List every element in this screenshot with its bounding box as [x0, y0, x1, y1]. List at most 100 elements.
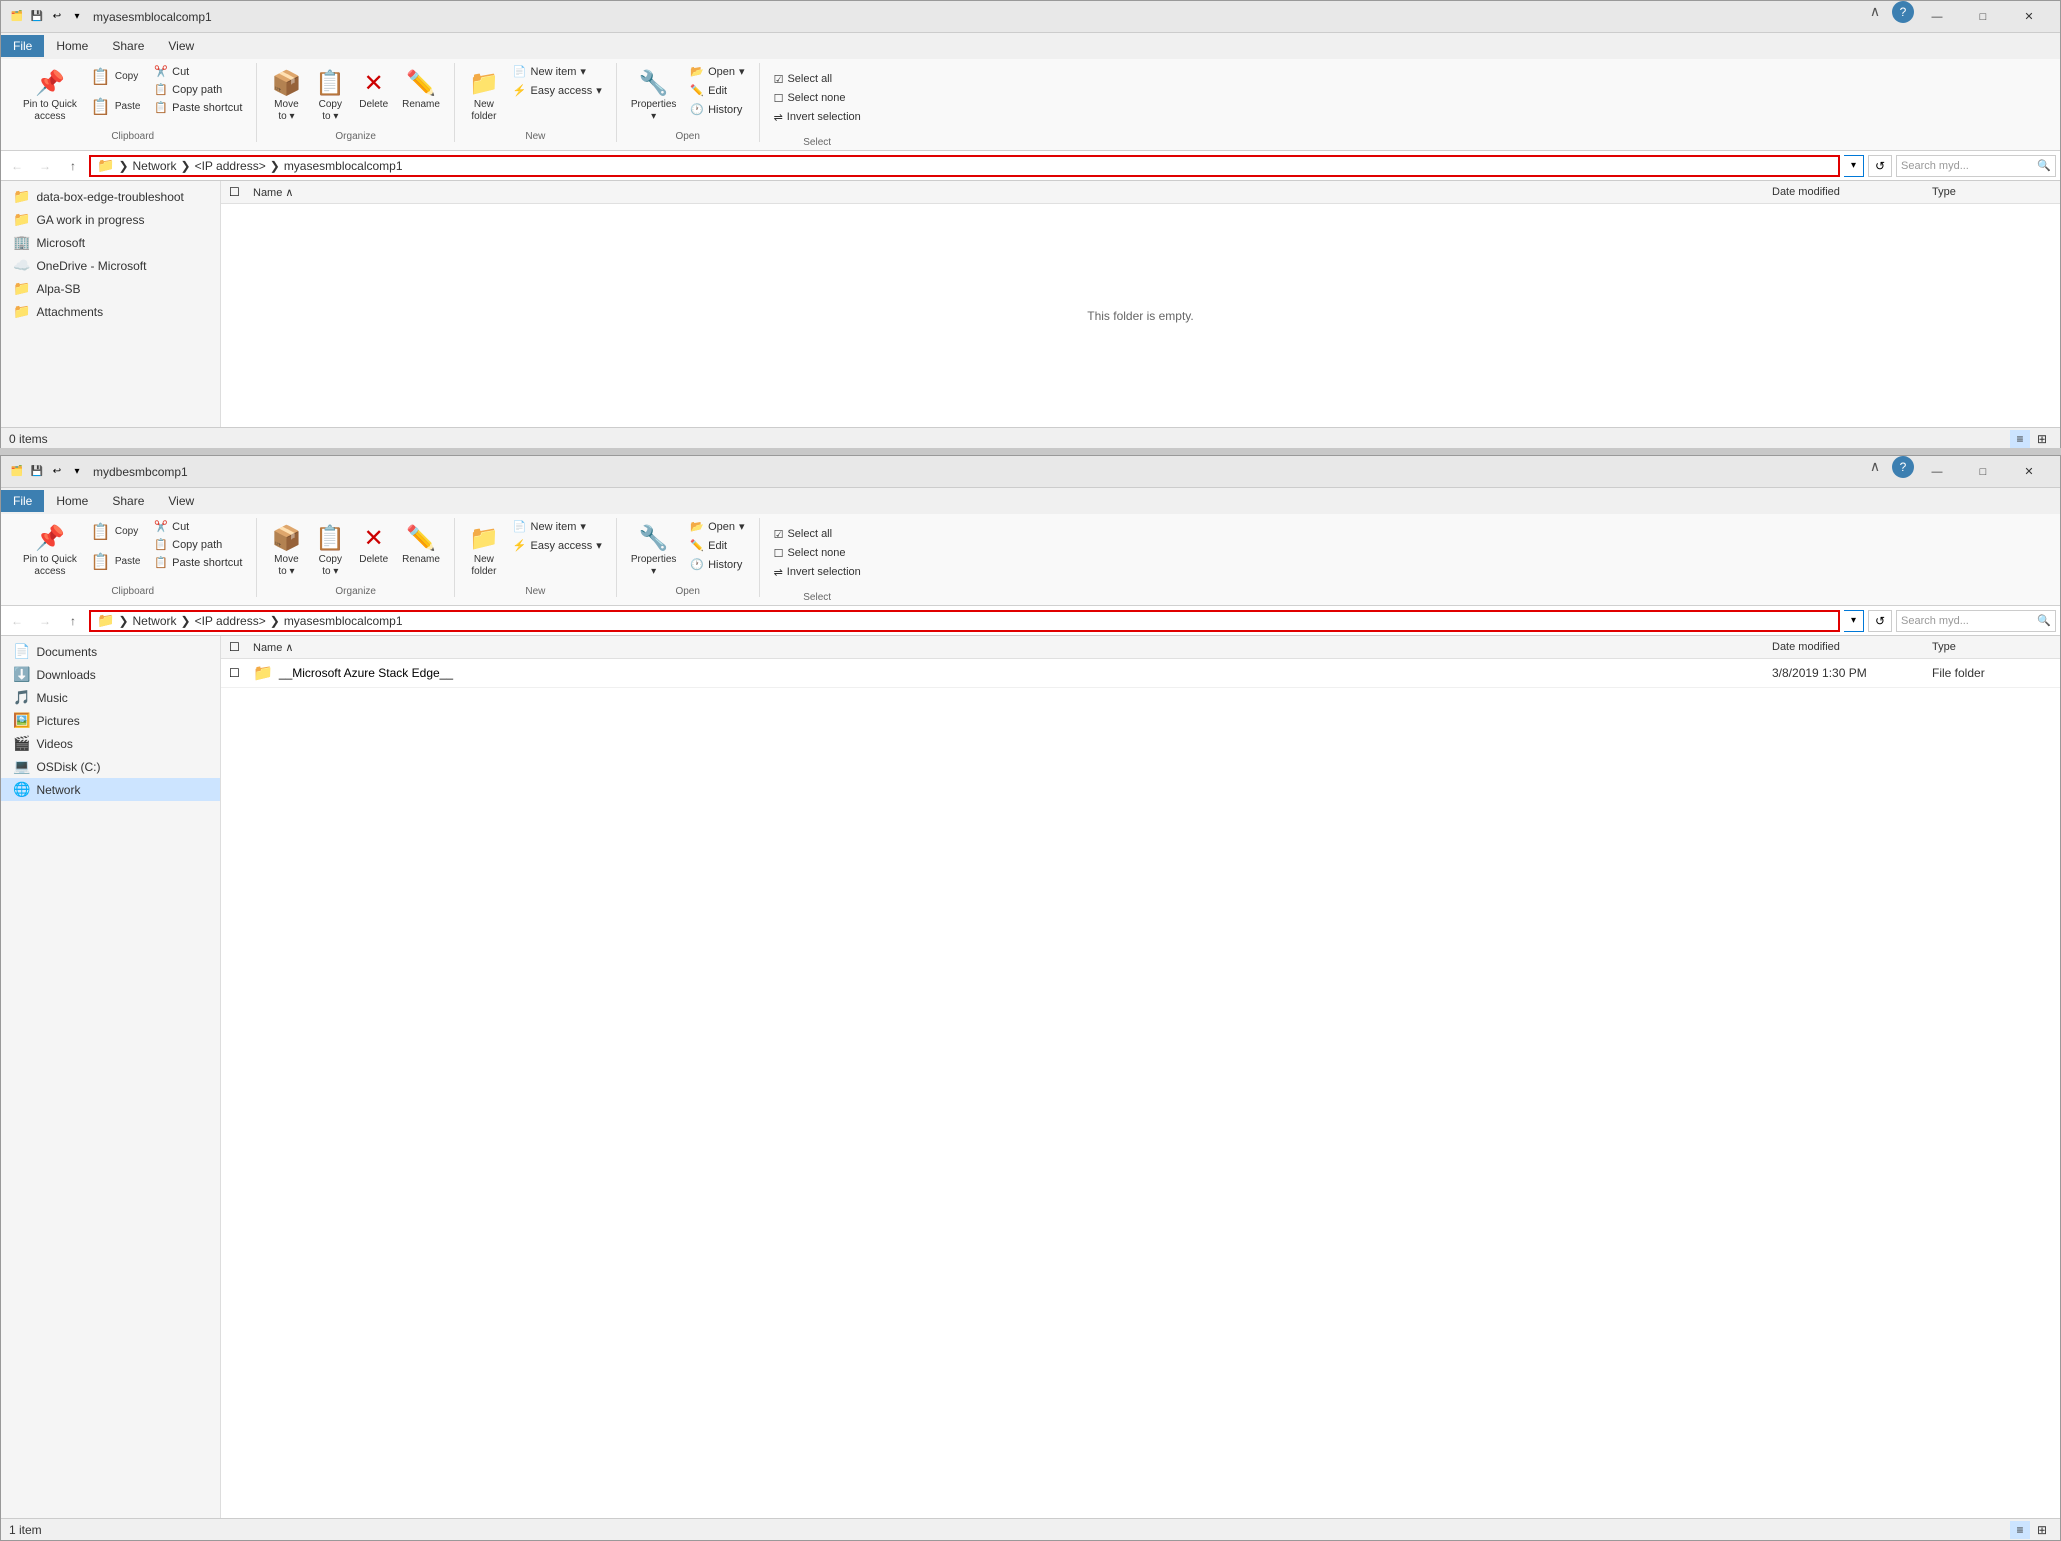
menu-file-1[interactable]: File — [1, 35, 44, 57]
sidebar-item-1-2[interactable]: 🏢 Microsoft — [1, 231, 220, 254]
paste-shortcut-btn-2[interactable]: 📋 Paste shortcut — [148, 554, 248, 571]
file-row-2-0[interactable]: ☐ 📁 __Microsoft Azure Stack Edge__ 3/8/2… — [221, 659, 2060, 688]
sidebar-item-2-5[interactable]: 💻 OSDisk (C:) — [1, 755, 220, 778]
select-none-btn-1[interactable]: ☐ Select none — [768, 90, 867, 107]
menu-file-2[interactable]: File — [1, 490, 44, 512]
rename-btn-2[interactable]: ✏️ Rename — [396, 518, 446, 570]
open-btn-2[interactable]: 📂 Open ▾ — [684, 518, 750, 535]
up-btn-1[interactable]: ↑ — [61, 154, 85, 178]
sidebar-item-1-1[interactable]: 📁 GA work in progress — [1, 208, 220, 231]
maximize-btn-2[interactable]: □ — [1960, 456, 2006, 488]
new-item-btn-2[interactable]: 📄 New item ▾ — [507, 518, 608, 535]
refresh-btn-1[interactable]: ↺ — [1868, 155, 1892, 177]
close-btn-2[interactable]: ✕ — [2006, 456, 2052, 488]
tb-dropdown-1[interactable]: ▾ — [69, 9, 85, 25]
easy-access-btn-2[interactable]: ⚡ Easy access ▾ — [507, 537, 608, 554]
delete-btn-2[interactable]: ✕ Delete — [353, 518, 394, 570]
menu-share-1[interactable]: Share — [100, 35, 156, 57]
sidebar-item-2-6[interactable]: 🌐 Network — [1, 778, 220, 801]
help-btn-1[interactable]: ? — [1892, 1, 1914, 23]
back-btn-2[interactable]: ← — [5, 609, 29, 633]
history-btn-2[interactable]: 🕐 History — [684, 556, 750, 573]
sidebar-item-1-3[interactable]: ☁️ OneDrive - Microsoft — [1, 254, 220, 277]
paste-btn-1[interactable]: 📋 Paste — [85, 93, 147, 121]
col-name-1[interactable]: Name ∧ — [253, 186, 1772, 199]
properties-btn-2[interactable]: 🔧 Properties▾ — [625, 518, 683, 582]
back-btn-1[interactable]: ← — [5, 154, 29, 178]
view-tiles-1[interactable]: ⊞ — [2032, 430, 2052, 448]
window-splitter[interactable] — [0, 448, 2061, 453]
col-date-2[interactable]: Date modified — [1772, 641, 1932, 653]
file-check-2-0[interactable]: ☐ — [229, 666, 253, 680]
menu-view-2[interactable]: View — [156, 490, 206, 512]
invert-selection-btn-1[interactable]: ⇌ Invert selection — [768, 109, 867, 126]
close-btn-1[interactable]: ✕ — [2006, 1, 2052, 33]
edit-btn-2[interactable]: ✏️ Edit — [684, 537, 750, 554]
address-path-2[interactable]: 📁 ❯ Network ❯ <IP address> ❯ myasesmbloc… — [89, 610, 1840, 632]
view-details-1[interactable]: ≡ — [2010, 430, 2030, 448]
copy-btn-2[interactable]: 📋 Copy — [85, 518, 147, 546]
copy-btn-1[interactable]: 📋 Copy — [85, 63, 147, 91]
new-folder-btn-2[interactable]: 📁 Newfolder — [463, 518, 505, 582]
help-btn-2[interactable]: ? — [1892, 456, 1914, 478]
copy-to-btn-2[interactable]: 📋 Copyto ▾ — [309, 518, 351, 582]
col-name-2[interactable]: Name ∧ — [253, 641, 1772, 654]
view-details-2[interactable]: ≡ — [2010, 1521, 2030, 1539]
view-tiles-2[interactable]: ⊞ — [2032, 1521, 2052, 1539]
history-btn-1[interactable]: 🕐 History — [684, 101, 750, 118]
ribbon-collapse-2[interactable]: ∧ — [1864, 456, 1886, 478]
col-date-1[interactable]: Date modified — [1772, 186, 1932, 198]
sidebar-item-1-0[interactable]: 📁 data-box-edge-troubleshoot — [1, 185, 220, 208]
undo-icon-2[interactable]: ↩ — [49, 464, 65, 480]
sidebar-item-2-4[interactable]: 🎬 Videos — [1, 732, 220, 755]
edit-btn-1[interactable]: ✏️ Edit — [684, 82, 750, 99]
new-folder-btn-1[interactable]: 📁 Newfolder — [463, 63, 505, 127]
sidebar-item-2-3[interactable]: 🖼️ Pictures — [1, 709, 220, 732]
select-all-btn-2[interactable]: ☑ Select all — [768, 526, 867, 543]
copy-path-btn-1[interactable]: 📋 Copy path — [148, 81, 248, 98]
header-check-2[interactable]: ☐ — [229, 640, 253, 654]
header-check-1[interactable]: ☐ — [229, 185, 253, 199]
sidebar-item-2-2[interactable]: 🎵 Music — [1, 686, 220, 709]
minimize-btn-1[interactable]: — — [1914, 1, 1960, 33]
pin-btn-1[interactable]: 📌 Pin to Quickaccess — [17, 63, 83, 127]
sidebar-item-1-4[interactable]: 📁 Alpa-SB — [1, 277, 220, 300]
search-box-1[interactable]: Search myd... 🔍 — [1896, 155, 2056, 177]
new-item-btn-1[interactable]: 📄 New item ▾ — [507, 63, 608, 80]
undo-icon-1[interactable]: ↩ — [49, 9, 65, 25]
menu-share-2[interactable]: Share — [100, 490, 156, 512]
maximize-btn-1[interactable]: □ — [1960, 1, 2006, 33]
move-to-btn-2[interactable]: 📦 Moveto ▾ — [265, 518, 307, 582]
cut-btn-2[interactable]: ✂️ Cut — [148, 518, 248, 535]
open-btn-1[interactable]: 📂 Open ▾ — [684, 63, 750, 80]
sidebar-item-2-0[interactable]: 📄 Documents — [1, 640, 220, 663]
ribbon-collapse-1[interactable]: ∧ — [1864, 1, 1886, 23]
copy-path-btn-2[interactable]: 📋 Copy path — [148, 536, 248, 553]
minimize-btn-2[interactable]: — — [1914, 456, 1960, 488]
up-btn-2[interactable]: ↑ — [61, 609, 85, 633]
addr-chevron-2[interactable]: ▾ — [1844, 610, 1864, 632]
sidebar-item-1-5[interactable]: 📁 Attachments — [1, 300, 220, 323]
search-box-2[interactable]: Search myd... 🔍 — [1896, 610, 2056, 632]
forward-btn-1[interactable]: → — [33, 154, 57, 178]
menu-home-1[interactable]: Home — [44, 35, 100, 57]
menu-view-1[interactable]: View — [156, 35, 206, 57]
properties-btn-1[interactable]: 🔧 Properties▾ — [625, 63, 683, 127]
tb-dropdown-2[interactable]: ▾ — [69, 464, 85, 480]
pin-btn-2[interactable]: 📌 Pin to Quickaccess — [17, 518, 83, 582]
move-to-btn-1[interactable]: 📦 Moveto ▾ — [265, 63, 307, 127]
refresh-btn-2[interactable]: ↺ — [1868, 610, 1892, 632]
easy-access-btn-1[interactable]: ⚡ Easy access ▾ — [507, 82, 608, 99]
delete-btn-1[interactable]: ✕ Delete — [353, 63, 394, 115]
invert-selection-btn-2[interactable]: ⇌ Invert selection — [768, 564, 867, 581]
sidebar-item-2-1[interactable]: ⬇️ Downloads — [1, 663, 220, 686]
select-all-btn-1[interactable]: ☑ Select all — [768, 71, 867, 88]
save-icon-2[interactable]: 💾 — [29, 464, 45, 480]
menu-home-2[interactable]: Home — [44, 490, 100, 512]
col-type-2[interactable]: Type — [1932, 641, 2052, 653]
rename-btn-1[interactable]: ✏️ Rename — [396, 63, 446, 115]
paste-shortcut-btn-1[interactable]: 📋 Paste shortcut — [148, 99, 248, 116]
paste-btn-2[interactable]: 📋 Paste — [85, 548, 147, 576]
address-path-1[interactable]: 📁 ❯ Network ❯ <IP address> ❯ myasesmbloc… — [89, 155, 1840, 177]
save-icon-1[interactable]: 💾 — [29, 9, 45, 25]
